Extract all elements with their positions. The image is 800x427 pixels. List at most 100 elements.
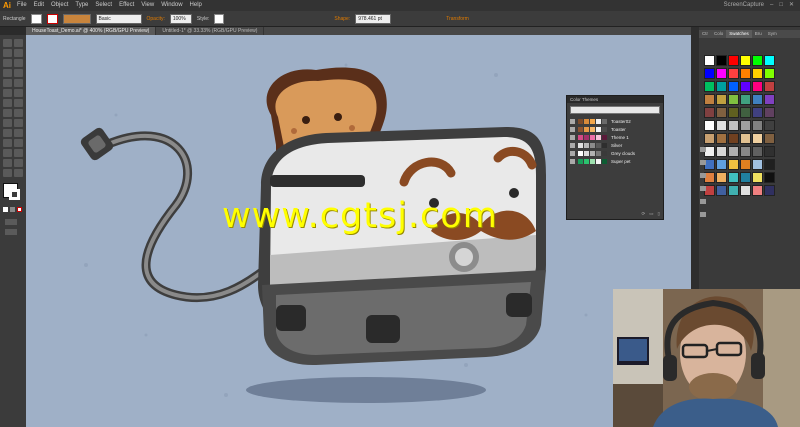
swatch[interactable]	[740, 107, 751, 118]
swatch-group-folder-icon[interactable]	[700, 173, 706, 178]
theme-color-chip[interactable]	[602, 134, 607, 140]
swatch[interactable]	[716, 185, 727, 196]
swatch[interactable]	[728, 120, 739, 131]
swatch[interactable]	[764, 185, 775, 196]
swatch[interactable]	[764, 120, 775, 131]
theme-color-chip[interactable]	[602, 118, 607, 124]
swatch[interactable]	[716, 107, 727, 118]
theme-color-chip[interactable]	[602, 158, 607, 164]
swatch[interactable]	[764, 159, 775, 170]
theme-color-chip[interactable]	[596, 118, 601, 124]
theme-color-chip[interactable]	[596, 142, 601, 148]
swatch[interactable]	[740, 146, 751, 157]
swatch[interactable]	[728, 133, 739, 144]
x-field[interactable]: 978.461 pt	[355, 13, 392, 24]
swatch[interactable]	[740, 94, 751, 105]
swatch[interactable]	[704, 81, 715, 92]
swatch[interactable]	[740, 81, 751, 92]
type-tool-icon[interactable]	[3, 69, 12, 77]
rotate-tool-icon[interactable]	[3, 99, 12, 107]
swatch[interactable]	[716, 68, 727, 79]
paintbrush-tool-icon[interactable]	[14, 79, 23, 87]
menu-help[interactable]: Help	[190, 0, 202, 11]
magic-wand-tool-icon[interactable]	[3, 49, 12, 57]
theme-color-chip[interactable]	[602, 150, 607, 156]
maximize-icon[interactable]: □	[779, 0, 783, 11]
menu-file[interactable]: File	[17, 0, 27, 11]
theme-color-chip[interactable]	[584, 150, 589, 156]
lasso-tool-icon[interactable]	[14, 49, 23, 57]
fill-swatch[interactable]	[30, 13, 42, 24]
eraser-tool-icon[interactable]	[14, 89, 23, 97]
swatch[interactable]	[752, 107, 763, 118]
free-transform-tool-icon[interactable]	[14, 109, 23, 117]
theme-row[interactable]: Super pet	[567, 157, 663, 165]
swatch[interactable]	[704, 94, 715, 105]
curvature-tool-icon[interactable]	[14, 59, 23, 67]
theme-color-chip[interactable]	[590, 150, 595, 156]
swatch[interactable]	[728, 159, 739, 170]
swatch[interactable]	[704, 107, 715, 118]
pen-tool-icon[interactable]	[3, 59, 12, 67]
eyedropper-tool-icon[interactable]	[3, 139, 12, 147]
theme-color-chip[interactable]	[584, 134, 589, 140]
theme-color-chip[interactable]	[584, 142, 589, 148]
swatch[interactable]	[740, 159, 751, 170]
swatch[interactable]	[740, 55, 751, 66]
doc-tab-active[interactable]: HouseToast_Demo.ai* @ 400% (RGB/GPU Prev…	[26, 27, 157, 35]
shape-builder-tool-icon[interactable]	[3, 119, 12, 127]
swatch[interactable]	[752, 81, 763, 92]
swatch[interactable]	[704, 133, 715, 144]
tab-color[interactable]: Colo	[711, 30, 726, 38]
swatch[interactable]	[764, 107, 775, 118]
swatch[interactable]	[764, 133, 775, 144]
opacity-label[interactable]: Opacity:	[147, 16, 165, 22]
workspace-switcher[interactable]: ScreenCapture	[724, 0, 764, 11]
trash-icon[interactable]: ▯	[658, 211, 660, 217]
theme-color-chip[interactable]	[584, 126, 589, 132]
swatch-group-folder-icon[interactable]	[700, 199, 706, 204]
swatch[interactable]	[716, 172, 727, 183]
tab-symbols[interactable]: Sym	[765, 30, 780, 38]
hand-tool-icon[interactable]	[3, 169, 12, 177]
theme-color-chip[interactable]	[596, 126, 601, 132]
theme-color-chip[interactable]	[578, 158, 583, 164]
swatch[interactable]	[716, 94, 727, 105]
swatch[interactable]	[728, 81, 739, 92]
artboard-tool-icon[interactable]	[3, 159, 12, 167]
menu-edit[interactable]: Edit	[34, 0, 44, 11]
swatch[interactable]	[716, 146, 727, 157]
swatch[interactable]	[764, 146, 775, 157]
swatch[interactable]	[728, 185, 739, 196]
swatch[interactable]	[740, 133, 751, 144]
stroke-weight-field[interactable]	[62, 13, 91, 24]
swatch[interactable]	[752, 55, 763, 66]
theme-row[interactable]: Toaster	[567, 125, 663, 133]
direct-selection-tool-icon[interactable]	[14, 39, 23, 47]
slice-tool-icon[interactable]	[14, 159, 23, 167]
tab-ctr[interactable]: Ctr	[699, 30, 711, 38]
swatch[interactable]	[740, 120, 751, 131]
new-folder-icon[interactable]: ▭	[649, 211, 653, 217]
swatch[interactable]	[764, 55, 775, 66]
menu-view[interactable]: View	[141, 0, 154, 11]
style-swatch[interactable]	[214, 13, 225, 24]
rectangle-tool-icon[interactable]	[3, 79, 12, 87]
theme-color-chip[interactable]	[578, 118, 583, 124]
menu-select[interactable]: Select	[95, 0, 112, 11]
mesh-tool-icon[interactable]	[3, 129, 12, 137]
swatch[interactable]	[764, 172, 775, 183]
swatch-group-folder-icon[interactable]	[700, 147, 706, 152]
stroke-style-field[interactable]: Basic	[95, 13, 142, 24]
theme-color-chip[interactable]	[590, 134, 595, 140]
swatch-group-folder-icon[interactable]	[700, 212, 706, 217]
none-mode-icon[interactable]	[17, 207, 22, 212]
theme-row[interactable]: Theme 1	[567, 133, 663, 141]
menu-object[interactable]: Object	[51, 0, 68, 11]
gradient-mode-icon[interactable]	[10, 207, 15, 212]
swatch[interactable]	[704, 55, 715, 66]
minimize-icon[interactable]: –	[770, 0, 773, 11]
swatch[interactable]	[752, 185, 763, 196]
theme-color-chip[interactable]	[590, 126, 595, 132]
theme-color-chip[interactable]	[596, 158, 601, 164]
